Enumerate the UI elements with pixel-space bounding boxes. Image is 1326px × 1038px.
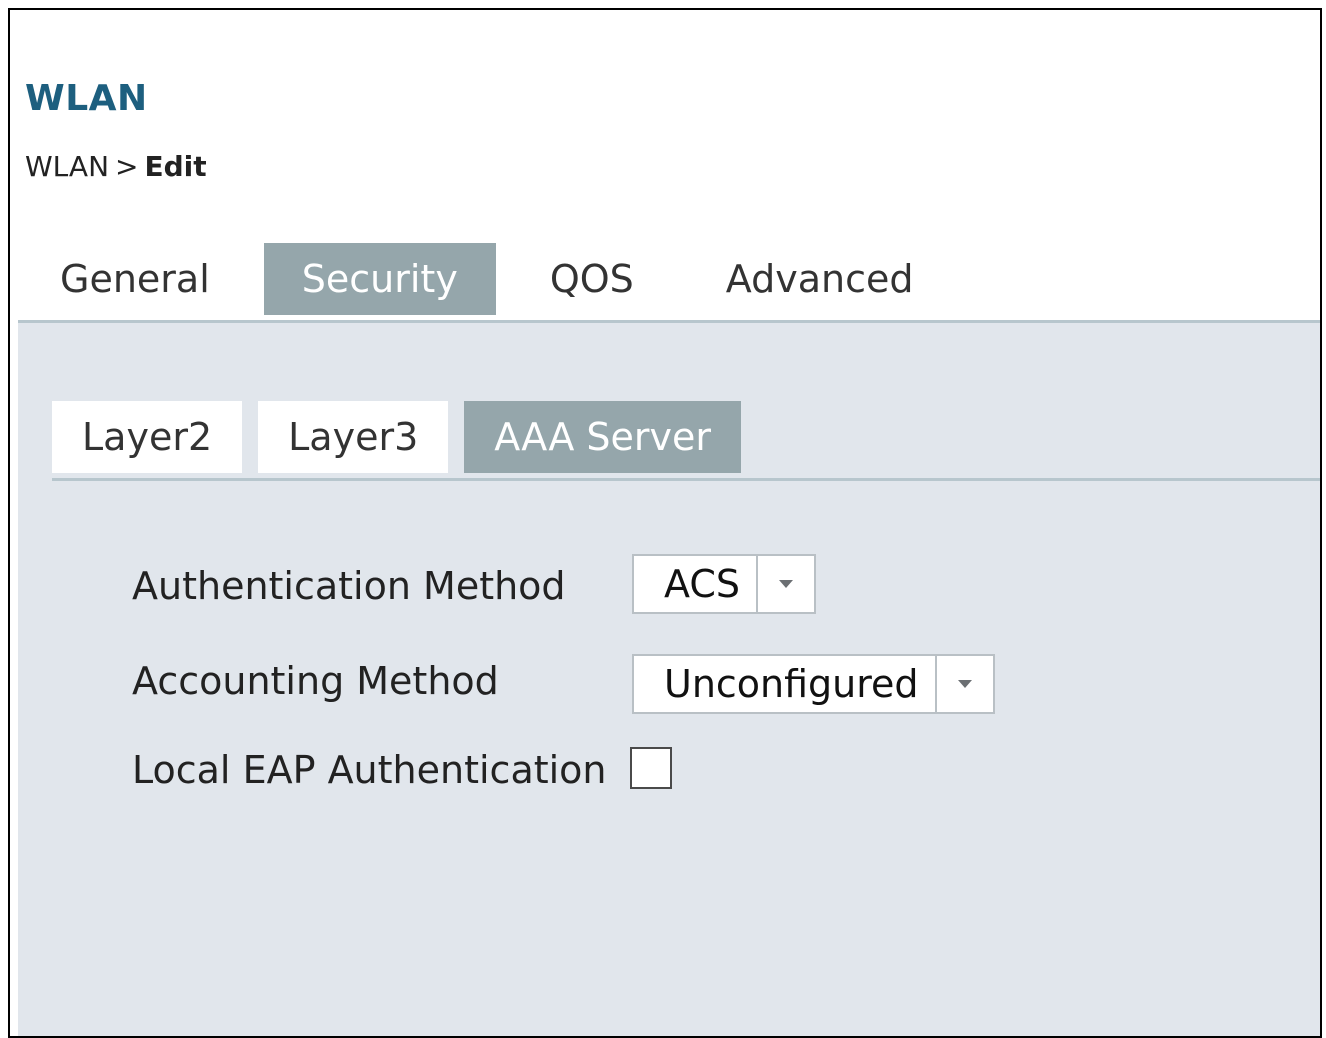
wlan-edit-window: WLAN WLAN > Edit General Security QOS Adva… xyxy=(8,8,1322,1038)
chevron-down-icon[interactable] xyxy=(755,556,814,612)
authentication-method-select[interactable]: ACS xyxy=(632,554,816,614)
security-subtab-bar: Layer2 Layer3 AAA Server xyxy=(52,401,742,473)
authentication-method-label: Authentication Method xyxy=(132,564,566,608)
subtab-aaa-server[interactable]: AAA Server xyxy=(464,401,742,473)
subtab-layer3[interactable]: Layer3 xyxy=(258,401,449,473)
authentication-method-value: ACS xyxy=(664,562,740,606)
tab-general[interactable]: General xyxy=(22,243,248,315)
breadcrumb: WLAN > Edit xyxy=(25,150,207,183)
tab-advanced[interactable]: Advanced xyxy=(687,243,952,315)
accounting-method-label: Accounting Method xyxy=(132,659,499,703)
tab-security[interactable]: Security xyxy=(263,243,496,315)
authentication-method-row: Authentication Method xyxy=(132,556,566,616)
security-panel: Layer2 Layer3 AAA Server Authentication … xyxy=(18,323,1320,1036)
tab-qos[interactable]: QOS xyxy=(511,243,672,315)
accounting-method-select[interactable]: Unconfigured xyxy=(632,654,995,714)
page-title: WLAN xyxy=(25,78,148,119)
subtab-bar-divider xyxy=(52,478,1320,481)
main-tab-bar: General Security QOS Advanced xyxy=(22,243,952,315)
accounting-method-value: Unconfigured xyxy=(664,662,919,706)
breadcrumb-separator: > xyxy=(115,150,139,183)
subtab-layer2[interactable]: Layer2 xyxy=(52,401,243,473)
chevron-down-icon[interactable] xyxy=(934,656,993,712)
accounting-method-row: Accounting Method xyxy=(132,651,499,711)
local-eap-label: Local EAP Authentication xyxy=(132,748,607,792)
local-eap-row: Local EAP Authentication xyxy=(132,740,607,800)
breadcrumb-current: Edit xyxy=(144,150,207,183)
breadcrumb-root[interactable]: WLAN xyxy=(25,150,109,183)
local-eap-checkbox[interactable] xyxy=(630,747,672,789)
